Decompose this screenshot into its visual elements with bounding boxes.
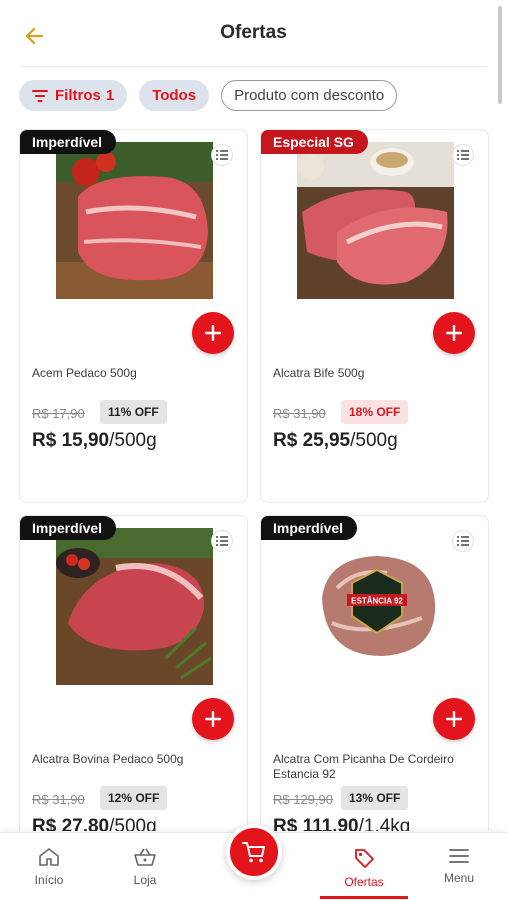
- product-tag: Imperdível: [20, 130, 117, 154]
- product-image: ESTÂNCIA 92: [297, 528, 454, 685]
- product-name: Alcatra Bife 500g: [273, 366, 365, 380]
- product-tag: Imperdível: [261, 516, 358, 540]
- price: R$ 27,80/500g: [32, 816, 157, 831]
- active-indicator: [320, 896, 408, 899]
- cart-button[interactable]: [226, 824, 282, 880]
- product-tag: Especial SG: [261, 130, 368, 154]
- discount-badge: 18% OFF: [341, 400, 409, 424]
- product-name: Acem Pedaco 500g: [32, 366, 137, 380]
- nav-label: Menu: [443, 871, 475, 885]
- nav-item-menu[interactable]: Menu: [419, 833, 499, 900]
- nav-item-loja[interactable]: Loja: [105, 833, 185, 900]
- menu-icon: [449, 849, 469, 863]
- plus-icon: [446, 711, 462, 727]
- list-icon[interactable]: [452, 144, 474, 166]
- cart-icon: [242, 842, 265, 863]
- nav-label: Ofertas: [344, 875, 384, 889]
- price: R$ 25,95/500g: [273, 430, 398, 451]
- discount-badge: 13% OFF: [341, 786, 409, 810]
- plus-icon: [205, 711, 221, 727]
- filter-icon: [32, 89, 48, 102]
- scrollbar[interactable]: [498, 6, 502, 104]
- old-price: R$ 129,90: [273, 792, 333, 807]
- filters-chip-label: Filtros: [55, 87, 101, 104]
- add-to-cart-button[interactable]: [192, 312, 234, 354]
- product-image: [297, 142, 454, 299]
- product-name: Alcatra Com Picanha De Cordeiro Estancia…: [273, 752, 454, 781]
- nav-label: Loja: [133, 873, 157, 887]
- old-price: R$ 31,90: [32, 792, 85, 807]
- filters-count: 1: [105, 87, 115, 104]
- filter-chips: Filtros 1 Todos Produto com desconto: [19, 80, 398, 111]
- list-icon[interactable]: [452, 530, 474, 552]
- basket-icon: [134, 848, 156, 866]
- tag-icon: [355, 849, 374, 868]
- old-price: R$ 31,90: [273, 406, 326, 421]
- product-card[interactable]: Imperdível Alcatra Bovina Pedaco 500g R$…: [19, 515, 248, 831]
- product-name: Alcatra Bovina Pedaco 500g: [32, 752, 184, 766]
- list-icon[interactable]: [211, 144, 233, 166]
- old-price: R$ 17,90: [32, 406, 85, 421]
- price: R$ 15,90/500g: [32, 430, 157, 451]
- product-image: [56, 142, 213, 299]
- nav-label: Início: [34, 873, 64, 887]
- nav-item-ofertas[interactable]: Ofertas: [320, 833, 408, 900]
- discount-badge: 12% OFF: [100, 786, 168, 810]
- plus-icon: [205, 325, 221, 341]
- product-grid: Imperdível Acem Pedaco 500g R$ 17,90 11%…: [19, 129, 489, 831]
- divider: [20, 66, 487, 67]
- filters-chip[interactable]: Filtros 1: [19, 80, 128, 111]
- product-tag: Imperdível: [20, 516, 117, 540]
- discount-badge: 11% OFF: [100, 400, 167, 424]
- todos-chip[interactable]: Todos: [139, 80, 210, 111]
- add-to-cart-button[interactable]: [433, 312, 475, 354]
- add-to-cart-button[interactable]: [433, 698, 475, 740]
- page-title: Ofertas: [220, 22, 287, 43]
- price: R$ 111,90/1,4kg: [273, 816, 411, 831]
- list-icon[interactable]: [211, 530, 233, 552]
- product-card[interactable]: Imperdível Acem Pedaco 500g R$ 17,90 11%…: [19, 129, 248, 503]
- home-icon: [39, 848, 59, 866]
- app-header: Ofertas: [0, 0, 507, 68]
- svg-text:ESTÂNCIA 92: ESTÂNCIA 92: [351, 597, 403, 606]
- product-image: [56, 528, 213, 685]
- product-card[interactable]: Especial SG Alcatra Bife 500g R$ 31,90 1…: [260, 129, 489, 503]
- product-card[interactable]: Imperdível ESTÂNCIA 92 Alcatra Com Pican…: [260, 515, 489, 831]
- discount-chip[interactable]: Produto com desconto: [221, 80, 398, 111]
- plus-icon: [446, 325, 462, 341]
- nav-item-inicio[interactable]: Início: [9, 833, 89, 900]
- add-to-cart-button[interactable]: [192, 698, 234, 740]
